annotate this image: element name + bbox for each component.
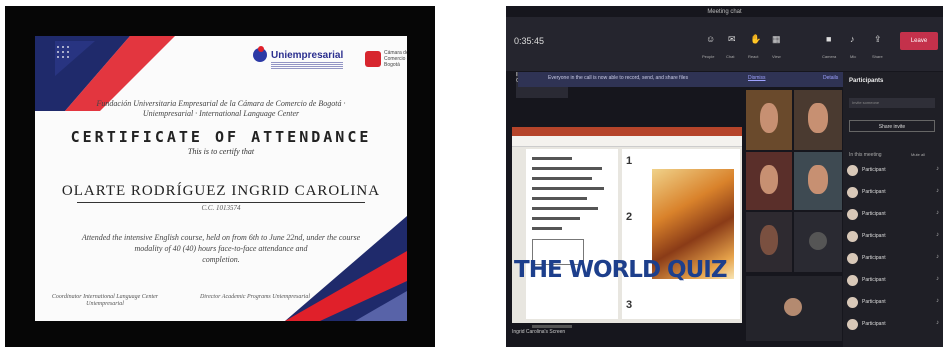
video-tile[interactable]	[746, 152, 792, 210]
share-invite-button[interactable]: Share invite	[849, 120, 935, 132]
mute-all-link[interactable]: Mute all	[911, 152, 925, 157]
avatar	[847, 319, 858, 330]
participants-title: Participants	[849, 78, 884, 84]
mic-icon[interactable]: ♪	[850, 34, 855, 44]
avatar	[847, 209, 858, 220]
avatar	[847, 275, 858, 286]
video-tile[interactable]	[794, 152, 842, 210]
avatar	[809, 232, 827, 250]
recipient-id: C.C. 1013574	[201, 204, 241, 212]
shared-screen: 1 2 3 THE WORLD QUIZ	[512, 127, 742, 328]
participant-row[interactable]: Participant ♪	[847, 208, 941, 222]
mic-icon: ♪	[936, 254, 939, 260]
name-underline	[77, 202, 365, 203]
call-timer: 0:35:45	[514, 36, 545, 46]
camera-icon[interactable]: ■	[826, 34, 831, 44]
participant-row[interactable]: Participant ♪	[847, 296, 941, 310]
participants-group-label: In this meeting	[849, 152, 882, 158]
view-icon[interactable]: ▦	[772, 34, 781, 45]
mic-icon: ♪	[936, 166, 939, 172]
mic-icon: ♪	[936, 320, 939, 326]
quiz-title: THE WORLD QUIZ	[514, 257, 728, 283]
certificate-body: Attended the intensive English course, h…	[81, 233, 361, 264]
mic-icon: ♪	[936, 188, 939, 194]
dismiss-link[interactable]: Dismiss	[748, 75, 766, 81]
participants-panel: Participants Invite someone Share invite…	[843, 72, 943, 347]
invite-input[interactable]: Invite someone	[849, 98, 935, 108]
certificate: Uniempresarial Cámara de Comercio de Bog…	[35, 36, 407, 321]
avatar	[847, 231, 858, 242]
participant-row[interactable]: Participant ♪	[847, 274, 941, 288]
mic-icon: ♪	[936, 210, 939, 216]
video-call-window: Meeting chat 0:35:45 ☺ People ✉ Chat ✋ R…	[506, 6, 943, 347]
people-icon[interactable]: ☺	[706, 34, 715, 44]
ccb-mark-icon	[365, 51, 381, 67]
video-tile[interactable]	[794, 212, 842, 272]
avatar	[847, 165, 858, 176]
certificate-frame: Uniempresarial Cámara de Comercio de Bog…	[5, 6, 435, 347]
avatar	[847, 187, 858, 198]
uniempresarial-mark-icon	[253, 46, 267, 62]
details-link[interactable]: Details	[823, 75, 838, 81]
uniempresarial-logo: Uniempresarial	[253, 46, 343, 70]
video-tile[interactable]	[794, 90, 842, 150]
window-title: Meeting chat	[707, 9, 742, 15]
video-tile[interactable]	[746, 212, 792, 272]
signature-right: Director Academic Programs Uniempresaria…	[199, 294, 311, 300]
mic-icon: ♪	[936, 232, 939, 238]
notice-banner: Everyone in the call is now able to reco…	[518, 72, 858, 87]
share-icon[interactable]: ⇪	[874, 34, 882, 45]
document-page	[526, 149, 618, 328]
avatar	[847, 297, 858, 308]
mic-icon: ♪	[936, 276, 939, 282]
video-tile[interactable]	[746, 90, 792, 150]
avatar	[784, 298, 802, 316]
chat-icon[interactable]: ✉	[728, 34, 736, 45]
mic-icon: ♪	[936, 298, 939, 304]
quiz-page: 1 2 3	[622, 149, 740, 319]
certificate-subtitle: This is to certify that	[187, 147, 255, 156]
certificate-decoration	[35, 36, 407, 321]
certificate-intro: Fundación Universitaria Empresarial de l…	[96, 99, 346, 118]
avatar	[847, 253, 858, 264]
participant-row[interactable]: Participant ♪	[847, 252, 941, 266]
participant-row[interactable]: Participant ♪	[847, 230, 941, 244]
participant-row[interactable]: Participant ♪	[847, 186, 941, 200]
participant-row[interactable]: Participant ♪	[847, 318, 941, 332]
signature-left: Coordinator International Language Cente…	[51, 294, 159, 307]
react-icon[interactable]: ✋	[750, 34, 761, 45]
recipient-name: OLARTE RODRÍGUEZ INGRID CAROLINA	[61, 183, 381, 199]
certificate-title: CERTIFICATE OF ATTENDANCE	[70, 128, 372, 146]
shared-screen-caption: Ingrid Carolina's Screen	[512, 329, 566, 335]
leave-button[interactable]: Leave	[900, 32, 938, 50]
participant-row[interactable]: Participant ♪	[847, 164, 941, 178]
ccb-logo: Cámara de Comercio de Bogotá	[365, 50, 407, 68]
video-tile[interactable]	[746, 276, 842, 341]
